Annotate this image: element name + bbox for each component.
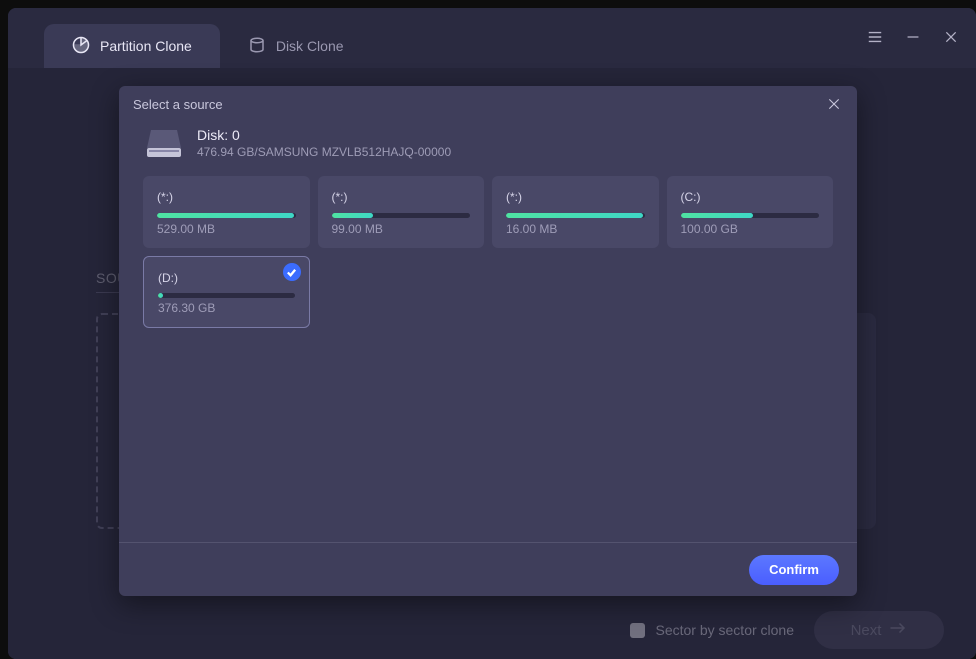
partition-label: (C:) xyxy=(681,190,820,204)
hard-drive-icon xyxy=(145,126,183,160)
usage-bar xyxy=(158,293,295,298)
partition-size: 529.00 MB xyxy=(157,222,296,236)
modal-header: Select a source xyxy=(119,86,857,122)
usage-bar-fill xyxy=(157,213,294,218)
disk-icon xyxy=(248,36,266,57)
disk-summary-row[interactable]: Disk: 0 476.94 GB/SAMSUNG MZVLB512HAJQ-0… xyxy=(119,122,857,170)
tab-strip: Partition Clone Disk Clone xyxy=(8,8,372,68)
usage-bar-fill xyxy=(158,293,163,298)
usage-bar xyxy=(157,213,296,218)
usage-bar xyxy=(332,213,471,218)
partition-label: (*:) xyxy=(506,190,645,204)
tab-partition-clone[interactable]: Partition Clone xyxy=(44,24,220,68)
usage-bar-fill xyxy=(681,213,753,218)
pie-chart-icon xyxy=(72,36,90,57)
footer-bar: Sector by sector clone Next xyxy=(8,601,976,659)
usage-bar-fill xyxy=(506,213,643,218)
partition-grid-row-1: (*:) 529.00 MB (*:) 99.00 MB (*:) 16.00 … xyxy=(119,170,857,248)
partition-grid-row-2: (D:) 376.30 GB xyxy=(119,248,857,328)
partition-card[interactable]: (*:) 16.00 MB xyxy=(492,176,659,248)
confirm-label: Confirm xyxy=(769,562,819,577)
confirm-button[interactable]: Confirm xyxy=(749,555,839,585)
minimize-icon[interactable] xyxy=(904,28,922,46)
disk-info: Disk: 0 476.94 GB/SAMSUNG MZVLB512HAJQ-0… xyxy=(197,127,451,159)
hamburger-menu-icon[interactable] xyxy=(866,28,884,46)
app-window: Partition Clone Disk Clone xyxy=(8,8,976,659)
partition-size: 100.00 GB xyxy=(681,222,820,236)
title-bar: Partition Clone Disk Clone xyxy=(8,8,976,68)
checkmark-icon xyxy=(283,263,301,281)
partition-card[interactable]: (D:) 376.30 GB xyxy=(143,256,310,328)
partition-card[interactable]: (C:) 100.00 GB xyxy=(667,176,834,248)
modal-close-icon[interactable] xyxy=(825,95,843,113)
tab-label: Partition Clone xyxy=(100,38,192,54)
partition-card[interactable]: (*:) 99.00 MB xyxy=(318,176,485,248)
arrow-right-icon xyxy=(889,621,907,639)
partition-card[interactable]: (*:) 529.00 MB xyxy=(143,176,310,248)
next-label: Next xyxy=(851,622,882,639)
usage-bar xyxy=(681,213,820,218)
partition-label: (*:) xyxy=(332,190,471,204)
checkbox-icon[interactable] xyxy=(630,623,645,638)
disk-title: Disk: 0 xyxy=(197,127,451,143)
tab-label: Disk Clone xyxy=(276,38,344,54)
next-button[interactable]: Next xyxy=(814,611,944,649)
usage-bar-fill xyxy=(332,213,374,218)
usage-bar xyxy=(506,213,645,218)
partition-size: 99.00 MB xyxy=(332,222,471,236)
partition-size: 376.30 GB xyxy=(158,301,295,315)
tab-disk-clone[interactable]: Disk Clone xyxy=(220,24,372,68)
partition-label: (D:) xyxy=(158,271,295,285)
close-icon[interactable] xyxy=(942,28,960,46)
partition-label: (*:) xyxy=(157,190,296,204)
sector-label: Sector by sector clone xyxy=(655,622,794,638)
window-controls xyxy=(866,28,960,46)
disk-subtitle: 476.94 GB/SAMSUNG MZVLB512HAJQ-00000 xyxy=(197,145,451,159)
sector-by-sector-row[interactable]: Sector by sector clone xyxy=(630,622,794,638)
select-source-modal: Select a source Disk: 0 476.94 GB/SAMSUN… xyxy=(119,86,857,596)
modal-footer: Confirm xyxy=(119,542,857,596)
modal-title: Select a source xyxy=(133,97,223,112)
partition-size: 16.00 MB xyxy=(506,222,645,236)
